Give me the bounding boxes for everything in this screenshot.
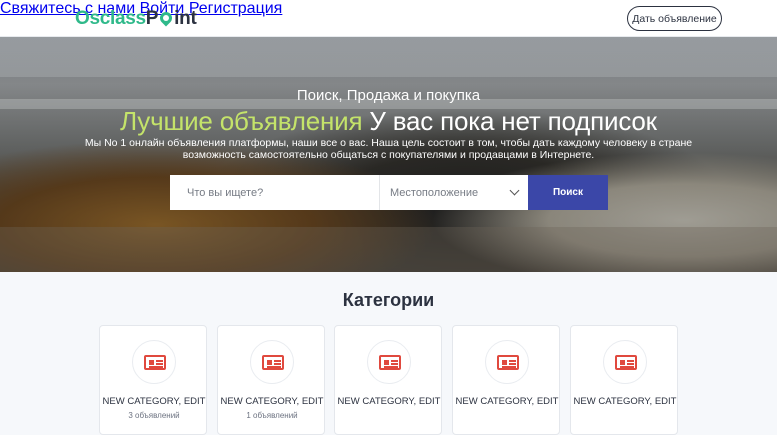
search-button[interactable]: Поиск [528,175,608,210]
hero-subtitle: Поиск, Продажа и покупка [296,87,481,104]
category-card[interactable]: NEW CATEGORY, EDIT [452,325,560,435]
post-ad-button[interactable]: Дать объявление [627,6,722,31]
logo-text-int: int [174,8,197,29]
category-name: NEW CATEGORY, EDIT [220,396,324,407]
newspaper-icon [379,355,401,370]
category-count: 1 объявлений [246,411,298,420]
category-icon-circle [367,340,411,384]
site-header: Osclass P int Свяжитесь с нами Войти Рег… [0,0,777,37]
category-count: 3 объявлений [128,411,180,420]
category-card[interactable]: NEW CATEGORY, EDIT [334,325,442,435]
category-name: NEW CATEGORY, EDIT [337,396,441,407]
category-icon-circle [250,340,294,384]
newspaper-icon [262,355,284,370]
location-select-value: Местоположение [390,186,479,199]
chevron-down-icon [509,185,520,196]
category-icon-circle [485,340,529,384]
category-card[interactable]: NEW CATEGORY, EDIT 3 объявлений [99,325,207,435]
newspaper-icon [144,355,166,370]
hero-background-floor [0,227,777,272]
hero-title: Лучшие объявления У вас пока нет подписо… [0,106,777,137]
hero-title-highlight: Лучшие объявления [120,106,363,136]
logo-text-osclass: Osclass [75,8,146,29]
newspaper-icon [497,355,519,370]
categories-title: Категории [342,290,435,310]
newspaper-icon [615,355,637,370]
category-name: NEW CATEGORY, EDIT [102,396,206,407]
map-pin-icon [157,9,175,28]
category-card[interactable]: NEW CATEGORY, EDIT 1 объявлений [217,325,325,435]
category-card[interactable]: NEW CATEGORY, EDIT [570,325,678,435]
category-icon-circle [603,340,647,384]
hero-background-cabinets [0,37,777,77]
search-bar: Местоположение Поиск [170,175,608,210]
register-link[interactable]: Регистрация [189,0,283,17]
location-select[interactable]: Местоположение [379,175,528,210]
hero-banner: Поиск, Продажа и покупка Лучшие объявлен… [0,37,777,272]
category-icon-circle [132,340,176,384]
category-name: NEW CATEGORY, EDIT [455,396,559,407]
hero-title-rest: У вас пока нет подписок [369,106,657,136]
search-input[interactable] [170,175,379,210]
site-logo[interactable]: Osclass P int [75,7,197,31]
logo-text-p: P [145,8,159,29]
category-name: NEW CATEGORY, EDIT [573,396,677,407]
hero-description: Мы No 1 онлайн объявления платформы, наш… [84,137,693,161]
